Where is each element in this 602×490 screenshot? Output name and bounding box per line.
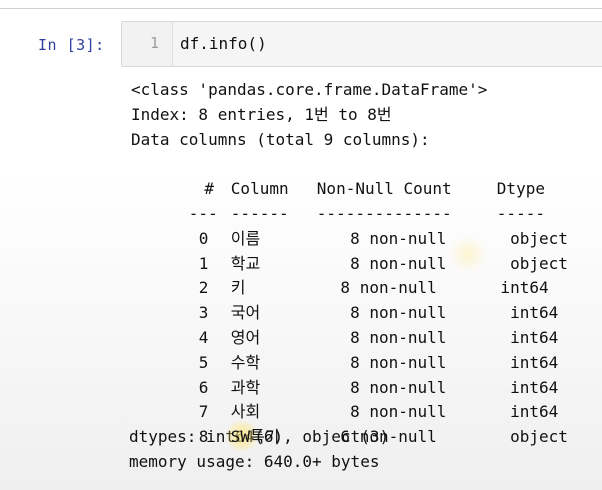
code-text[interactable]: df.info()	[180, 34, 267, 53]
row-count: 8 non-null	[330, 402, 447, 422]
row-count: 8 non-null	[330, 377, 447, 397]
input-prompt: In [3]:	[38, 36, 105, 54]
info-table-header: # Column Non-Null Count Dtype	[131, 152, 587, 198]
code-input-area[interactable]: 1 df.info()	[121, 21, 602, 67]
row-index: 5	[198, 352, 209, 372]
row-count: 8 non-null	[330, 327, 447, 347]
separator-index: ---	[188, 203, 218, 223]
separator-column: ------	[230, 203, 289, 223]
row-dtype: int64	[490, 327, 559, 347]
row-index: 4	[198, 327, 209, 347]
row-column-name: 학교	[230, 253, 261, 273]
row-dtype: int64	[490, 377, 559, 397]
notebook-canvas: In [3]: 1 df.info() <class 'pandas.core.…	[0, 0, 602, 490]
row-column-name: 국어	[230, 303, 261, 323]
row-column-name: 과학	[230, 377, 261, 397]
header-dtype: Dtype	[496, 179, 545, 199]
row-index: 7	[198, 402, 209, 422]
row-column-name-highlighted: SW특기	[224, 421, 331, 452]
row-dtype: object	[490, 253, 568, 273]
row-dtype: int64	[490, 402, 559, 422]
header-column: Column	[230, 179, 289, 199]
output-columns-line: Data columns (total 9 columns):	[131, 129, 430, 149]
row-column-name: 키	[230, 278, 246, 298]
row-count: 8 non-null	[330, 352, 447, 372]
row-dtype: object	[490, 228, 568, 248]
row-dtype: int64	[490, 352, 559, 372]
row-dtype: object	[490, 427, 568, 447]
row-count: 8 non-null	[330, 228, 447, 248]
row-column-name: SW특기	[230, 427, 280, 447]
output-class-line: <class 'pandas.core.frame.DataFrame'>	[131, 80, 488, 99]
row-column-name: 사회	[230, 402, 261, 422]
row-index: 0	[198, 228, 209, 248]
cell-divider	[0, 8, 602, 9]
row-count: 8 non-null	[330, 253, 447, 273]
line-number-gutter: 1	[122, 22, 173, 66]
row-count: 8 non-null	[330, 303, 447, 323]
header-index: #	[194, 179, 215, 199]
line-number: 1	[150, 34, 160, 52]
cell-output: <class 'pandas.core.frame.DataFrame'> In…	[129, 78, 587, 475]
row-index: 2	[198, 278, 209, 298]
row-column-name: 영어	[230, 327, 261, 347]
separator-count: --------------	[316, 203, 452, 223]
row-index: 1	[198, 253, 209, 273]
row-column-name: 이름	[230, 228, 261, 248]
output-memory-line: memory usage: 640.0+ bytes	[129, 451, 380, 471]
row-column-name: 수학	[230, 352, 261, 372]
row-index: 6	[198, 377, 209, 397]
row-dtype: int64	[490, 278, 549, 298]
separator-dtype: -----	[496, 203, 545, 223]
output-index-line: Index: 8 entries, 1번 to 8번	[131, 104, 392, 124]
row-count: 8 non-null	[330, 278, 437, 298]
header-count: Non-Null Count	[316, 179, 452, 199]
row-dtype: int64	[490, 303, 559, 323]
row-index: 3	[198, 303, 209, 323]
